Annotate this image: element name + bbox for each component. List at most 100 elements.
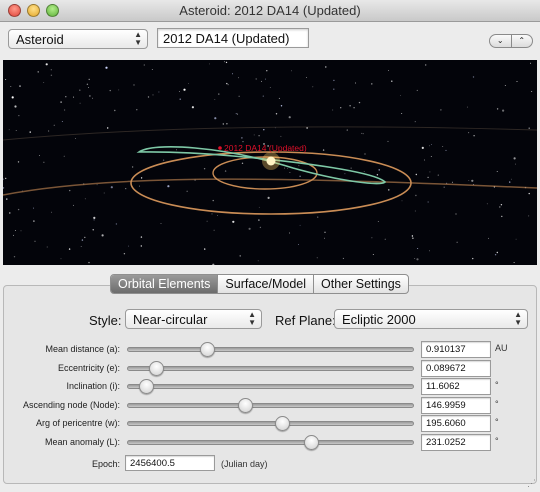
- orbit-viewport[interactable]: 2012 DA14 (Updated): [3, 60, 537, 265]
- star: [371, 237, 373, 239]
- title-bar: Asteroid: 2012 DA14 (Updated): [0, 0, 540, 22]
- element-slider-track[interactable]: [127, 421, 414, 427]
- element-slider-track[interactable]: [127, 384, 414, 390]
- star: [109, 89, 111, 92]
- star: [431, 144, 433, 145]
- sun-icon: [266, 156, 276, 166]
- next-object-button[interactable]: ⌃: [512, 35, 533, 47]
- star: [364, 153, 366, 155]
- tab-other-settings[interactable]: Other Settings: [314, 275, 408, 293]
- star: [401, 200, 403, 202]
- star: [264, 78, 266, 80]
- star: [15, 130, 17, 131]
- star: [3, 187, 5, 189]
- star: [411, 235, 414, 237]
- star: [214, 117, 217, 120]
- style-select[interactable]: Near-circular ▲ ▼: [125, 309, 262, 329]
- star: [75, 138, 77, 140]
- element-unit: °: [495, 398, 499, 409]
- star: [88, 78, 90, 81]
- star: [238, 77, 240, 79]
- star: [65, 96, 67, 98]
- star: [226, 82, 228, 85]
- object-type-select[interactable]: Asteroid ▲ ▼: [8, 29, 148, 49]
- element-value-field[interactable]: 231.0252: [421, 434, 491, 451]
- updown-arrows-icon: ▲ ▼: [514, 310, 522, 327]
- previous-object-button[interactable]: ⌄: [490, 35, 512, 47]
- star: [429, 171, 431, 173]
- star: [362, 133, 364, 135]
- star: [437, 174, 439, 176]
- epoch-field[interactable]: 2456400.5: [125, 455, 215, 471]
- star: [530, 62, 532, 64]
- star: [289, 232, 291, 234]
- star: [43, 82, 45, 83]
- element-slider-knob[interactable]: [148, 360, 164, 376]
- star: [18, 115, 20, 117]
- star: [224, 170, 227, 172]
- star: [263, 129, 265, 131]
- star: [516, 81, 518, 82]
- star: [443, 186, 445, 188]
- element-value-field[interactable]: 146.9959: [421, 396, 491, 414]
- star: [238, 95, 240, 97]
- star: [183, 88, 186, 91]
- element-slider-knob[interactable]: [303, 435, 319, 450]
- element-slider-knob[interactable]: [237, 397, 253, 413]
- star: [8, 129, 10, 131]
- element-value-field[interactable]: 195.6060: [421, 415, 491, 433]
- element-slider-knob[interactable]: [138, 379, 154, 395]
- tab-bar: Orbital Elements Surface/Model Other Set…: [110, 274, 409, 294]
- element-value-field[interactable]: 11.6062: [421, 378, 491, 396]
- star: [73, 96, 75, 98]
- star: [84, 236, 86, 239]
- star: [107, 127, 109, 129]
- star: [255, 78, 257, 80]
- star: [140, 245, 142, 247]
- resize-grip-icon[interactable]: ⋰: [527, 478, 536, 489]
- star: [212, 199, 214, 202]
- star: [11, 96, 14, 99]
- star: [140, 236, 143, 238]
- tab-surface-model[interactable]: Surface/Model: [218, 275, 315, 293]
- star: [239, 255, 241, 257]
- style-label: Style:: [89, 313, 122, 328]
- star: [136, 109, 138, 111]
- star: [50, 74, 53, 76]
- star: [203, 168, 206, 170]
- star: [178, 91, 180, 92]
- star: [466, 106, 468, 108]
- tab-orbital-elements[interactable]: Orbital Elements: [111, 275, 219, 293]
- epoch-unit: (Julian day): [221, 459, 268, 469]
- ref-plane-select[interactable]: Ecliptic 2000 ▲ ▼: [334, 309, 528, 329]
- element-slider-track[interactable]: [127, 365, 414, 371]
- element-value-field[interactable]: 0.910137: [421, 341, 491, 358]
- star: [61, 121, 63, 122]
- object-name-field[interactable]: 2012 DA14 (Updated): [157, 28, 309, 48]
- star: [225, 61, 228, 64]
- star: [494, 254, 497, 256]
- star: [412, 237, 414, 239]
- star: [235, 113, 237, 115]
- star: [33, 207, 35, 209]
- star: [414, 210, 416, 212]
- star: [115, 223, 118, 225]
- star: [286, 167, 288, 169]
- element-value-field[interactable]: 0.089672: [421, 359, 491, 377]
- star: [280, 105, 283, 107]
- star: [53, 124, 55, 126]
- element-slider-track[interactable]: [127, 440, 414, 445]
- star: [3, 178, 4, 180]
- star: [64, 109, 66, 111]
- star: [261, 80, 263, 82]
- element-slider-track[interactable]: [127, 402, 414, 408]
- star: [298, 244, 299, 245]
- star: [128, 245, 130, 247]
- star: [325, 66, 327, 68]
- star: [20, 230, 22, 232]
- ref-plane-label: Ref Plane:: [275, 313, 336, 328]
- star: [350, 167, 352, 169]
- element-slider-track[interactable]: [127, 347, 414, 352]
- star: [344, 173, 346, 175]
- star: [371, 83, 373, 85]
